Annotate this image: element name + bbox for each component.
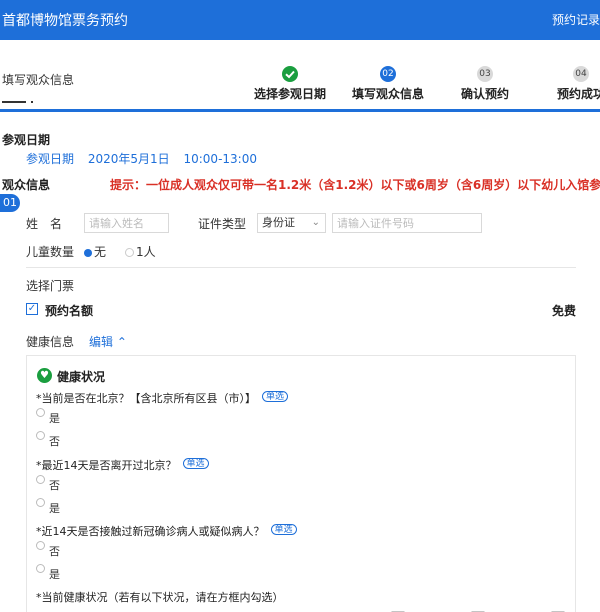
id-type-select[interactable]: 身份证 ⌄ [257, 213, 326, 233]
step-confirm: 03 确认预约 [440, 66, 530, 102]
health-status-title: 健康状况 [57, 370, 106, 384]
children-option-label: 无 [94, 245, 107, 259]
visitor-index-badge: 01 [0, 194, 20, 212]
step-label: 预约成功 [556, 87, 600, 101]
option-label: 是 [49, 502, 60, 515]
step-success: 04 预约成功 [536, 66, 600, 102]
cut-off-checkbox-row [390, 606, 600, 612]
radio-unselected-icon [36, 564, 45, 573]
visit-date-value: 2020年5月1日 [87, 152, 170, 166]
option-label: 否 [49, 545, 60, 558]
radio-unselected-icon [125, 248, 134, 257]
name-label: 姓 名 [26, 217, 63, 231]
step-number: 03 [477, 66, 493, 82]
header-bar: 首都博物馆票务预约 预约记录 [0, 0, 600, 40]
question-left-beijing: *最近14天是否离开过北京？ 单选 [36, 457, 209, 473]
name-input[interactable] [84, 213, 169, 233]
edit-label: 编辑 [89, 335, 114, 349]
health-status-panel: ♥ 健康状况 *当前是否在北京？【含北京所有区县（市）】 单选 是 否 *最近14… [26, 355, 576, 612]
question-text: *最近14天是否离开过北京？ [36, 459, 177, 472]
children-option-none[interactable]: 无 [84, 243, 106, 260]
visitor-tip: 提示：一位成人观众仅可带一名1.2米（含1.2米）以下或6周岁（含6周岁）以下幼… [110, 178, 600, 192]
visit-date-label: 参观日期 [26, 152, 75, 166]
step-label: 填写观众信息 [351, 87, 424, 101]
option-label: 是 [49, 412, 60, 425]
id-type-value: 身份证 [262, 216, 295, 229]
step-number: 02 [380, 66, 396, 82]
ticket-name: 预约名额 [45, 304, 94, 318]
id-type-label: 证件类型 [198, 217, 247, 231]
visit-date-section-title: 参观日期 [2, 133, 51, 147]
option-radio[interactable]: 是 [36, 564, 60, 582]
radio-unselected-icon [36, 541, 45, 550]
ticket-price: 免费 [551, 304, 576, 318]
chevron-down-icon: ⌄ [311, 217, 320, 228]
chevron-up-icon: ⌃ [116, 335, 127, 349]
radio-unselected-icon [36, 431, 45, 440]
section-divider [26, 267, 576, 268]
health-edit-link[interactable]: 编辑 ⌃ [89, 333, 127, 350]
radio-unselected-icon [36, 475, 45, 484]
steps-divider [0, 109, 600, 112]
question-health-status: *当前健康状况（若有以下状况，请在方框内勾选） [36, 591, 284, 604]
page-title: 填写观众信息 [2, 73, 75, 87]
single-choice-tag: 单选 [182, 458, 209, 469]
option-label: 否 [49, 435, 60, 448]
visit-time-value: 10:00-13:00 [183, 152, 257, 166]
booking-records-link[interactable]: 预约记录 [552, 11, 600, 28]
health-info-label: 健康信息 [26, 335, 75, 349]
question-contact: *近14天是否接触过新冠确诊病人或疑似病人？ 单选 [36, 523, 297, 539]
app-title: 首都博物馆票务预约 [2, 13, 128, 29]
radio-unselected-icon [36, 498, 45, 507]
visit-date-row: 参观日期 2020年5月1日 10:00-13:00 [26, 150, 267, 167]
heading-dot [31, 101, 33, 103]
children-option-label: 1人 [136, 245, 156, 259]
option-radio[interactable]: 否 [36, 475, 60, 493]
ticket-section-label: 选择门票 [26, 279, 75, 293]
question-text: *近14天是否接触过新冠确诊病人或疑似病人？ [36, 525, 265, 538]
question-text: *当前是否在北京？【含北京所有区县（市）】 [36, 392, 256, 405]
option-radio[interactable]: 是 [36, 408, 60, 426]
step-fill-visitor: 02 填写观众信息 [343, 66, 433, 102]
visitor-section-title: 观众信息 [2, 178, 51, 192]
radio-selected-icon [84, 248, 92, 257]
option-label: 否 [49, 479, 60, 492]
option-radio[interactable]: 是 [36, 498, 60, 516]
question-in-beijing: *当前是否在北京？【含北京所有区县（市）】 单选 [36, 390, 289, 406]
step-select-date: 选择参观日期 [245, 66, 335, 102]
children-count-label: 儿童数量 [26, 245, 75, 259]
step-number: 04 [573, 66, 589, 82]
id-number-input[interactable] [332, 213, 482, 233]
option-radio[interactable]: 否 [36, 541, 60, 559]
step-label: 选择参观日期 [253, 87, 326, 101]
health-icon: ♥ [37, 368, 52, 383]
children-option-one[interactable]: 1人 [125, 243, 156, 260]
step-label: 确认预约 [460, 87, 509, 101]
option-label: 是 [49, 568, 60, 581]
check-icon [282, 66, 298, 82]
radio-unselected-icon [36, 408, 45, 417]
heading-underline [2, 101, 26, 103]
ticket-checkbox[interactable]: ✓ [26, 303, 38, 315]
single-choice-tag: 单选 [270, 524, 297, 535]
option-radio[interactable]: 否 [36, 431, 60, 449]
single-choice-tag: 单选 [262, 391, 289, 402]
